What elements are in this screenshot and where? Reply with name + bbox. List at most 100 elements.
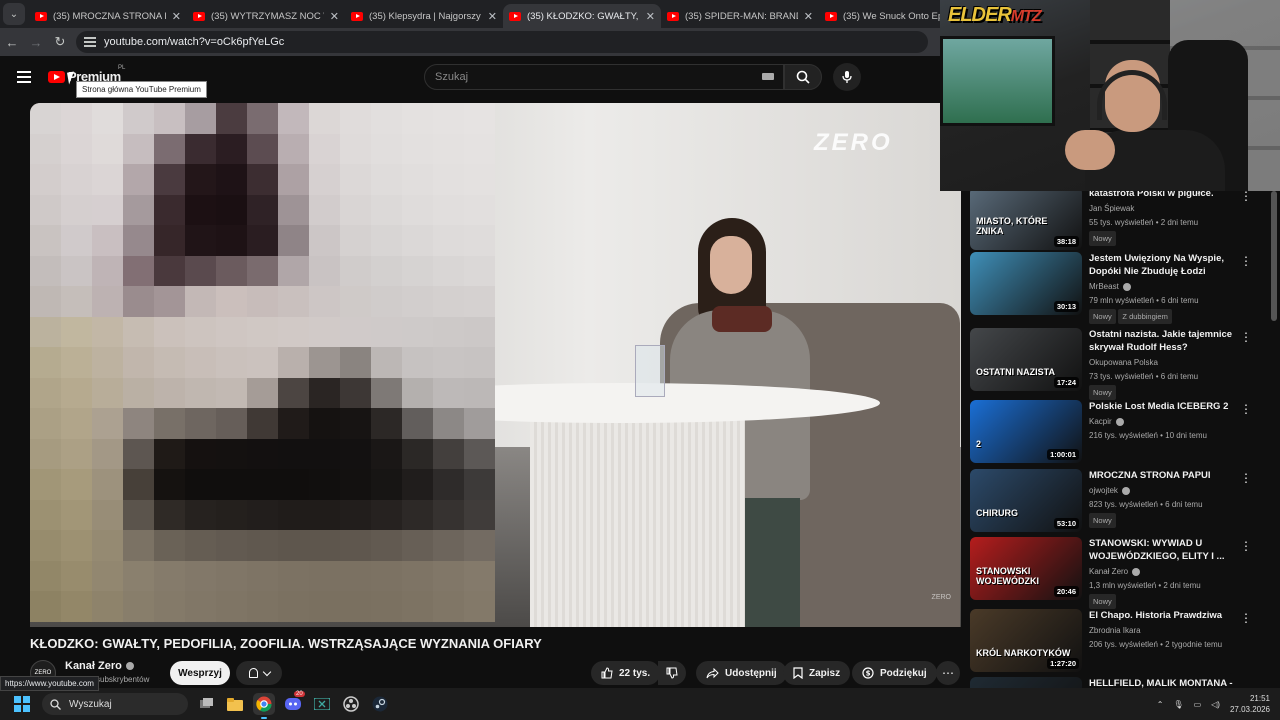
taskbar-search[interactable]: Wyszukaj [42,693,188,715]
recommended-channel-name[interactable]: Kanał Zero [1089,567,1128,576]
browser-tab[interactable]: (35) WYTRZYMASZ NOC W TYM ✕ [187,4,345,28]
pixel-block [371,286,402,317]
recommended-channel-name[interactable]: Zbrodnia Ikara [1089,626,1141,635]
more-vertical-icon[interactable]: ⋮ [1240,191,1252,203]
pixel-block [30,347,61,378]
share-button[interactable]: Udostępnij [696,661,787,685]
video-thumbnail[interactable]: MIASTO, KTÓRE ZNIKA 38:18 [970,191,1082,250]
more-vertical-icon[interactable]: ⋮ [1240,402,1252,416]
discord-icon[interactable]: 20 [282,691,305,715]
more-vertical-icon[interactable]: ⋮ [1240,611,1252,625]
forward-arrow-icon[interactable]: → [24,35,48,50]
more-vertical-icon[interactable]: ⋮ [1240,330,1252,344]
thanks-button[interactable]: $ Podziękuj [852,661,937,685]
video-thumbnail[interactable]: 30:13 [970,252,1082,315]
pixel-block [123,316,154,347]
recommended-video-title[interactable]: El Chapo. Historia Prawdziwa [1089,609,1239,622]
pixel-block [402,469,433,500]
recommended-video-title[interactable]: HELLFIELD, MALIK MONTANA - [1089,677,1239,688]
task-view-icon[interactable] [195,693,217,715]
chrome-icon[interactable] [253,693,275,719]
more-vertical-icon[interactable]: ⋮ [1240,254,1252,268]
close-tab-icon[interactable]: ✕ [172,10,181,23]
recommended-video[interactable]: 30:13 Jestem Uwięziony Na Wyspie, Dopóki … [970,252,1270,324]
close-tab-icon[interactable]: ✕ [804,10,813,23]
back-arrow-icon[interactable]: ← [0,35,24,50]
video-thumbnail[interactable]: STANOWSKI WOJEWÓDZKI 20:46 [970,537,1082,600]
recommended-video[interactable]: HELLFIELD, MALIK MONTANA - [970,677,1270,688]
pixel-block [278,438,309,469]
xbox-app-icon[interactable] [311,693,333,715]
more-actions-button[interactable]: ⋯ [936,661,960,685]
save-button[interactable]: Zapisz [783,661,851,685]
recommended-video[interactable]: CHIRURG 53:10 MROCZNA STRONA PAPUI ojwojtek… [970,469,1270,539]
recommended-video-title[interactable]: Ostatni nazista. Jakie tajemnice skrywał… [1089,328,1239,354]
recommended-video-title[interactable]: katastrofa Polski w pigułce. [1089,191,1239,200]
recommended-video-title[interactable]: Polskie Lost Media ICEBERG 2 [1089,400,1239,413]
dislike-button[interactable] [658,661,686,685]
speaker-icon[interactable]: ◁) [1211,700,1220,709]
more-vertical-icon[interactable]: ⋮ [1240,539,1252,553]
pixel-block [92,560,123,591]
recommended-channel-name[interactable]: Jan Śpiewak [1089,204,1134,213]
recommended-channel-name[interactable]: Okupowana Polska [1089,358,1158,367]
tray-chevron-up-icon[interactable]: ⌃ [1157,700,1164,709]
site-info-icon[interactable] [84,37,96,47]
browser-tab[interactable]: (35) SPIDER-MAN: BRAND NEW ✕ [661,4,819,28]
url-field[interactable]: youtube.com/watch?v=oCk6pfYeLGc [76,31,928,53]
pixel-block [216,225,247,256]
recommended-video-title[interactable]: MROCZNA STRONA PAPUI [1089,469,1239,482]
like-button[interactable]: 22 tys. [591,661,661,685]
video-player[interactable]: ZERO ZERO [30,103,961,627]
pixel-block [61,164,92,195]
recommended-video[interactable]: MIASTO, KTÓRE ZNIKA 38:18 katastrofa Polsk… [970,191,1270,257]
recommended-video[interactable]: 2 1:00:01 Polskie Lost Media ICEBERG 2 Kacp… [970,400,1270,470]
keyboard-icon[interactable] [762,73,774,80]
pixel-block [30,164,61,195]
close-tab-icon[interactable]: ✕ [646,10,655,23]
tray-microphone-icon[interactable]: 🎙 [1173,700,1183,709]
recommended-channel-name[interactable]: ojwojtek [1089,486,1118,495]
recommended-video[interactable]: KRÓL NARKOTYKÓW 1:27:20 El Chapo. Historia… [970,609,1270,679]
system-clock[interactable]: 21:51 27.03.2026 [1230,693,1270,715]
voice-search-button[interactable] [833,63,861,91]
pixel-block [278,408,309,439]
browser-tab-active[interactable]: (35) KŁODZKO: GWAŁTY, PEDOFI ✕ [503,4,661,28]
recommended-video-title[interactable]: STANOWSKI: WYWIAD U WOJEWÓDZKIEGO, ELITY… [1089,537,1239,563]
hamburger-menu-icon[interactable] [17,71,31,83]
browser-tab[interactable]: (35) MROCZNA STRONA PAPUGI ✕ [29,4,187,28]
search-button[interactable] [784,64,822,90]
video-thumbnail[interactable]: CHIRURG 53:10 [970,469,1082,532]
pixel-block [433,255,464,286]
video-thumbnail[interactable]: 2 1:00:01 [970,400,1082,463]
browser-tab[interactable]: (35) Klepsydra | Najgorszy Twór ✕ [345,4,503,28]
recommended-video[interactable]: STANOWSKI WOJEWÓDZKI 20:46 STANOWSKI: WYWI… [970,537,1270,609]
video-thumbnail[interactable]: KRÓL NARKOTYKÓW 1:27:20 [970,609,1082,672]
video-thumbnail[interactable]: OSTATNI NAZISTA 17:24 [970,328,1082,391]
windows-start-icon[interactable] [14,696,30,712]
recommended-channel-name[interactable]: MrBeast [1089,282,1119,291]
recommended-video[interactable]: OSTATNI NAZISTA 17:24 Ostatni nazista. Jak… [970,328,1270,400]
video-views-date: 79 mln wyświetleń • 6 dni temu [1089,296,1199,305]
close-tab-icon[interactable]: ✕ [488,10,497,23]
network-icon[interactable]: ▭ [1194,700,1202,709]
sidebar-scrollbar[interactable] [1271,191,1277,321]
notifications-button[interactable] [236,661,282,685]
support-button[interactable]: Wesprzyj [170,661,230,685]
pixel-block [309,225,340,256]
steam-icon[interactable] [369,693,391,715]
reload-icon[interactable]: ↻ [48,34,72,50]
recommended-video-title[interactable]: Jestem Uwięziony Na Wyspie, Dopóki Nie Z… [1089,252,1239,278]
recommended-channel-name[interactable]: Kacpir [1089,417,1112,426]
more-vertical-icon[interactable]: ⋮ [1240,471,1252,485]
file-explorer-icon[interactable] [224,693,246,715]
video-thumbnail[interactable] [970,677,1082,688]
close-tab-icon[interactable]: ✕ [330,10,339,23]
tab-search-dropdown-icon[interactable]: ⌄ [3,3,25,25]
search-input[interactable]: Szukaj [424,64,784,90]
pixel-block [154,133,185,164]
pixel-block [340,408,371,439]
channel-name[interactable]: Kanał Zero [65,660,134,672]
pixel-block [247,103,278,134]
obs-icon[interactable] [340,693,362,715]
